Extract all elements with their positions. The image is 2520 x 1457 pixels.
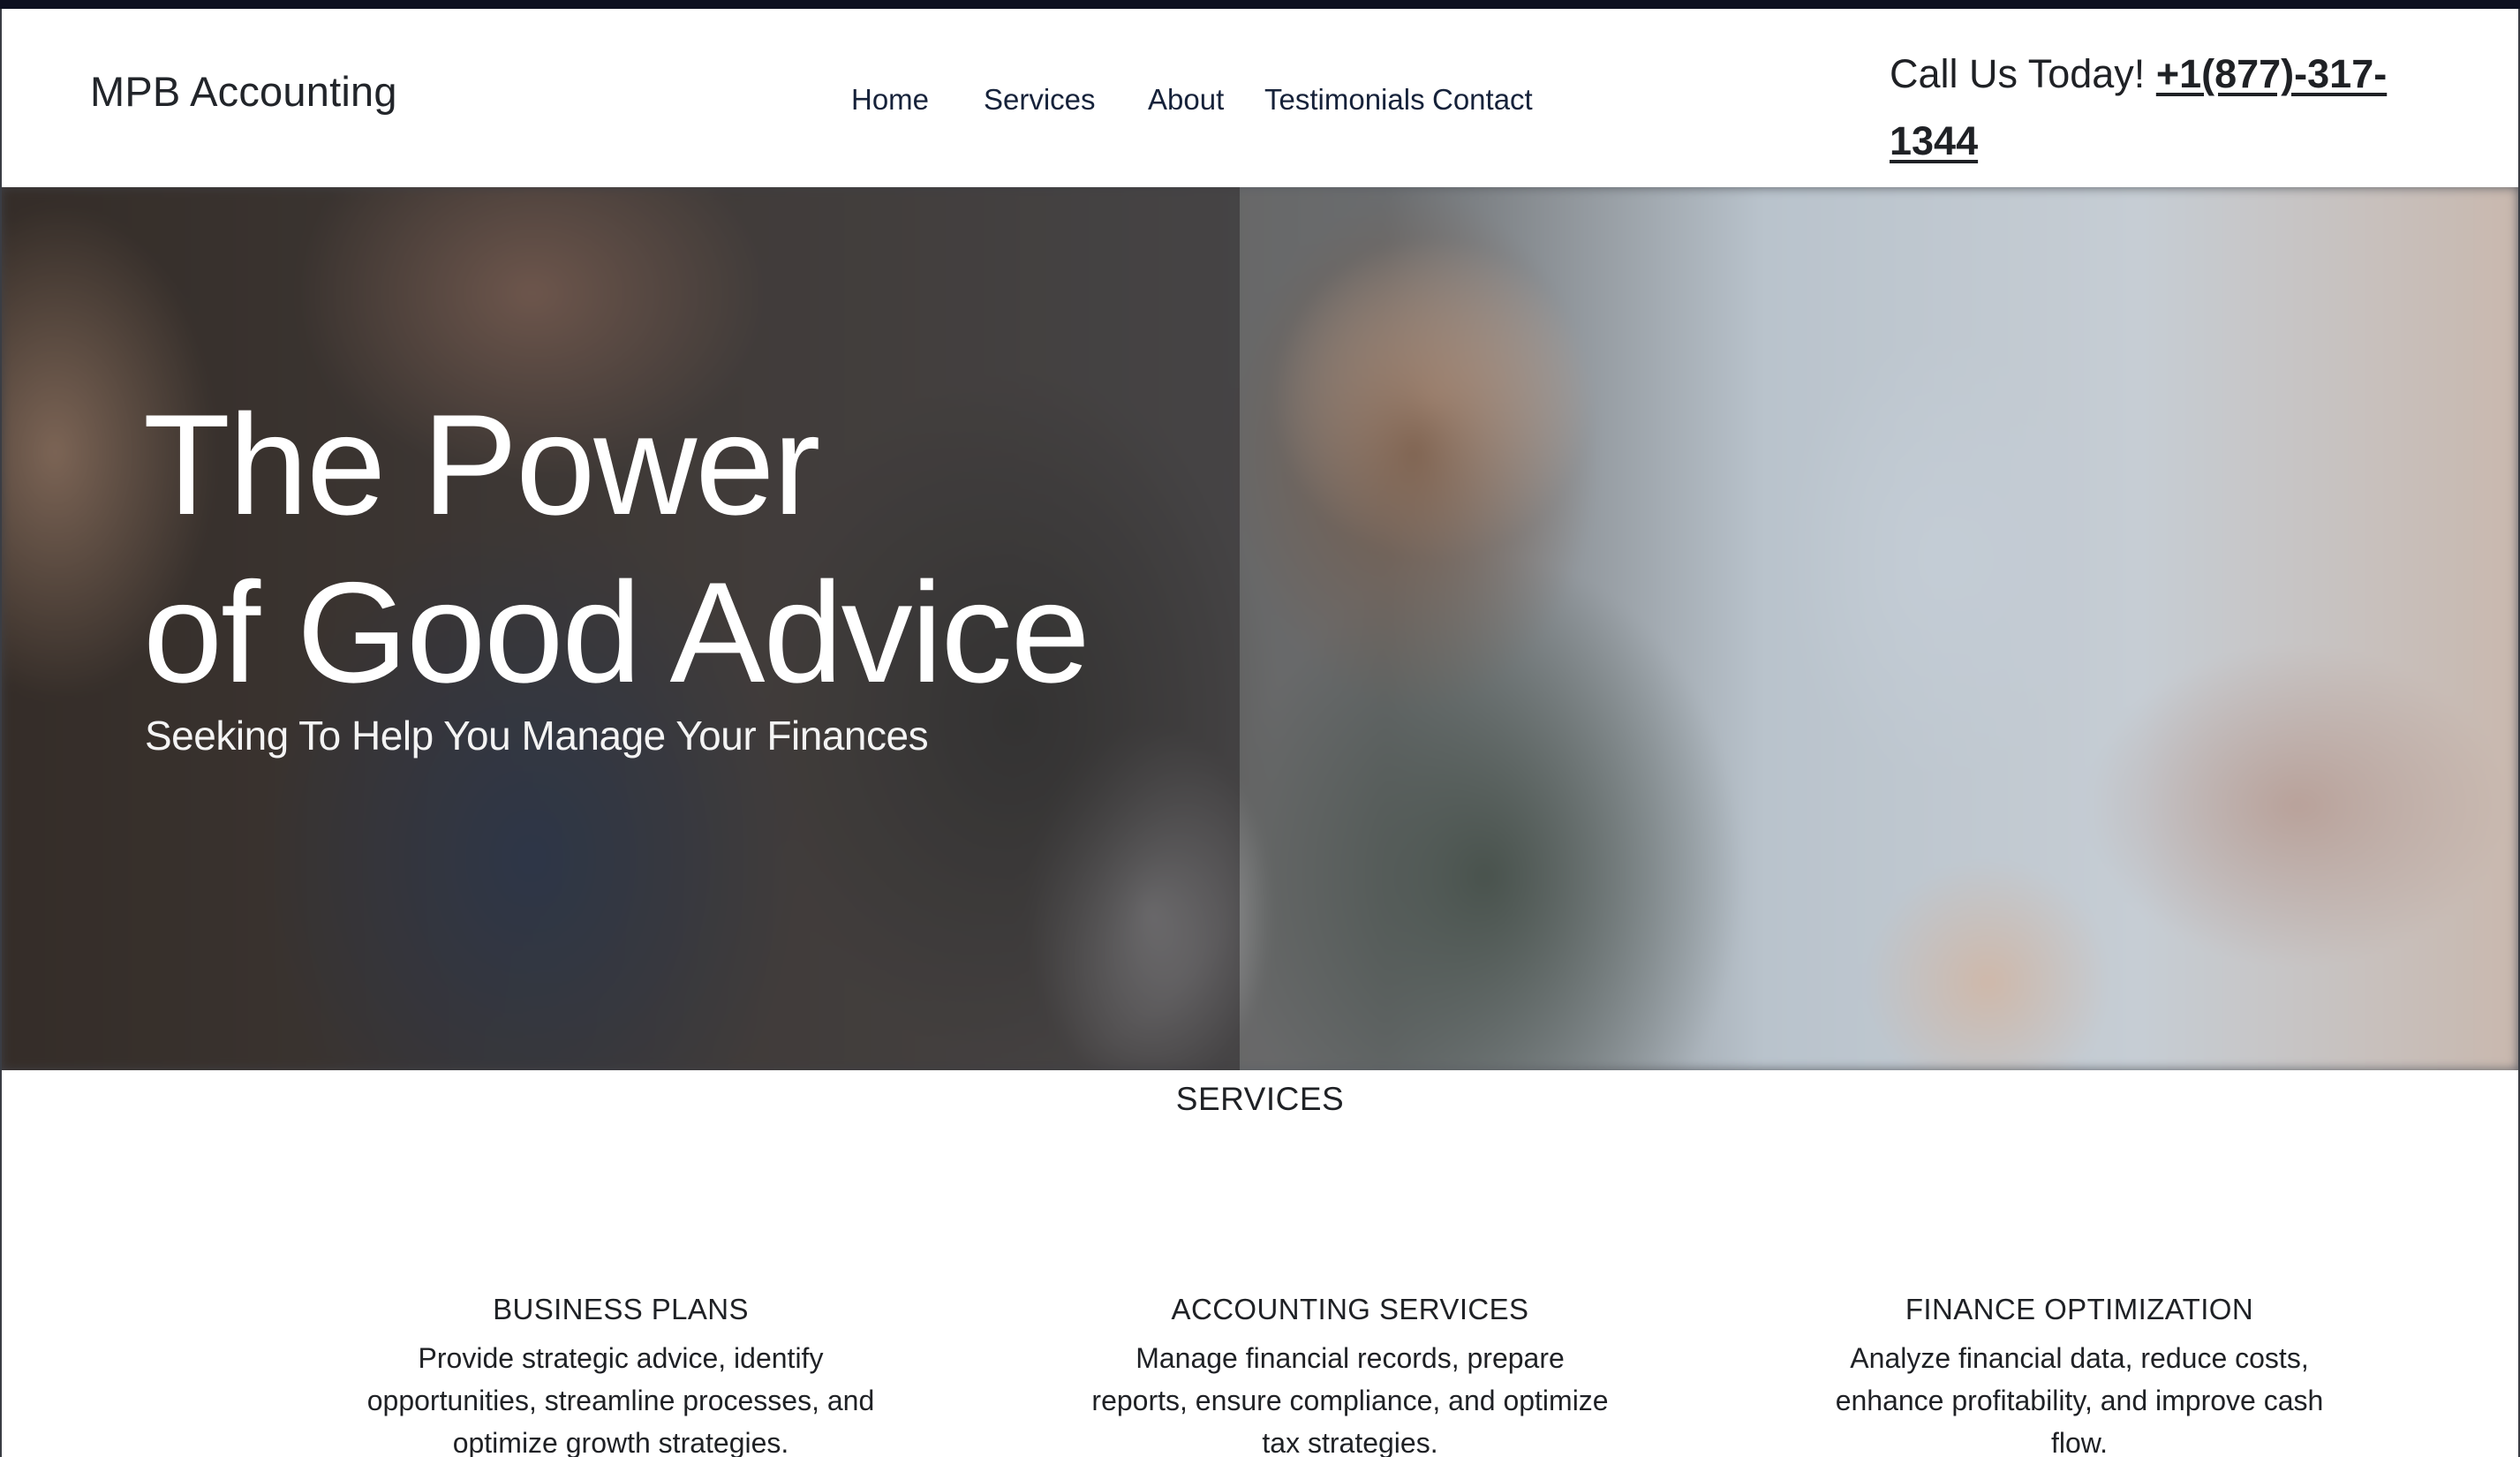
site-header: MPB Accounting Home Services About Testi… bbox=[2, 9, 2518, 187]
service-title: FINANCE OPTIMIZATION bbox=[1905, 1293, 2254, 1325]
service-title: ACCOUNTING SERVICES bbox=[1171, 1293, 1529, 1325]
service-card-finance-optimization: FINANCE OPTIMIZATION Analyze financial d… bbox=[1815, 1293, 2344, 1457]
hero-subtitle: Seeking To Help You Manage Your Finances bbox=[145, 713, 929, 759]
service-description: Provide strategic advice, identify oppor… bbox=[366, 1342, 875, 1457]
nav-home-link[interactable]: Home bbox=[851, 83, 929, 117]
hero-banner: The Power of Good Advice Seeking To Help… bbox=[2, 187, 2518, 1070]
call-us-block: Call Us Today! +1(877)-317-1344 bbox=[1890, 41, 2455, 175]
call-us-label: Call Us Today! bbox=[1890, 51, 2146, 96]
services-heading: SERVICES bbox=[1175, 1081, 1345, 1117]
nav-testimonials-link[interactable]: Testimonials bbox=[1264, 83, 1425, 117]
service-card-business-plans: BUSINESS PLANS Provide strategic advice,… bbox=[356, 1293, 886, 1457]
service-title: BUSINESS PLANS bbox=[493, 1293, 749, 1325]
brand-logo[interactable]: MPB Accounting bbox=[90, 67, 397, 116]
nav-contact-link[interactable]: Contact bbox=[1432, 83, 1533, 117]
service-description: Analyze financial data, reduce costs, en… bbox=[1835, 1342, 2324, 1457]
nav-about-link[interactable]: About bbox=[1148, 83, 1224, 117]
nav-services-link[interactable]: Services bbox=[984, 83, 1096, 117]
hero-title: The Power of Good Advice bbox=[143, 381, 1291, 717]
service-card-accounting-services: ACCOUNTING SERVICES Manage financial rec… bbox=[1085, 1293, 1615, 1457]
hero-title-line-2: of Good Advice bbox=[143, 553, 1090, 713]
services-section: SERVICES BUSINESS PLANS Provide strategi… bbox=[2, 1070, 2518, 1457]
browser-page: MPB Accounting Home Services About Testi… bbox=[0, 9, 2520, 1457]
hero-title-line-1: The Power bbox=[143, 385, 820, 545]
service-description: Manage financial records, prepare report… bbox=[1091, 1342, 1609, 1457]
